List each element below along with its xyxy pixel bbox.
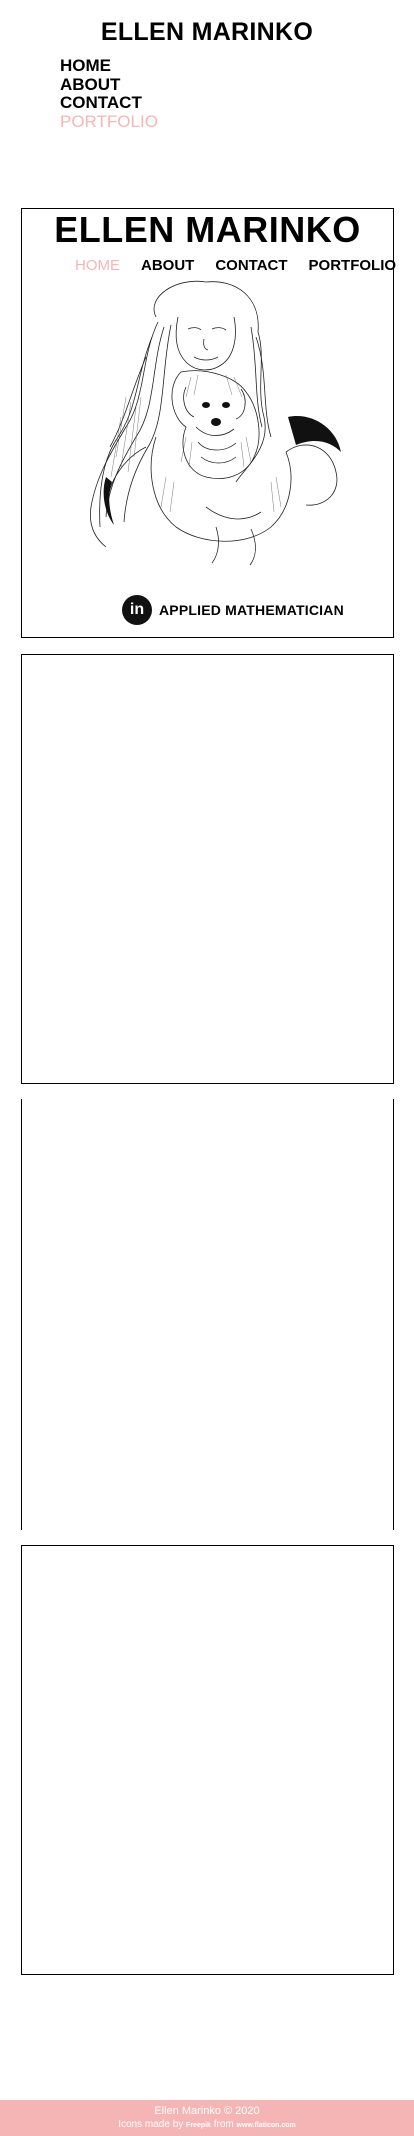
portfolio-frame-1 [21, 654, 394, 1084]
footer-copyright: Ellen Marinko © 2020 [154, 2105, 260, 2117]
footer-credit: Icons made by Freepik from www.flaticon.… [0, 2118, 414, 2133]
tagline-text: APPLIED MATHEMATICIAN [159, 602, 344, 618]
hero-title: ELLEN MARINKO [54, 209, 361, 250]
footer-credit-author[interactable]: Freepik [186, 2122, 211, 2129]
top-nav: HOME ABOUT CONTACT PORTFOLIO [60, 56, 158, 132]
hero-nav-about[interactable]: ABOUT [141, 257, 194, 274]
linkedin-icon[interactable]: in [122, 595, 152, 625]
hero-nav: HOME ABOUT CONTACT PORTFOLIO [75, 257, 396, 274]
portfolio-frame-2 [21, 1099, 394, 1530]
portrait-sketch [89, 280, 341, 566]
site-title: ELLEN MARINKO [100, 18, 314, 46]
hero-nav-home[interactable]: HOME [75, 257, 120, 274]
footer-credit-site[interactable]: www.flaticon.com [237, 2122, 296, 2129]
top-nav-contact[interactable]: CONTACT [60, 93, 158, 113]
hero-frame: ELLEN MARINKO HOME ABOUT CONTACT PORTFOL… [21, 208, 396, 638]
portfolio-frame-3 [21, 1545, 394, 1975]
footer: Ellen Marinko © 2020 Icons made by Freep… [0, 2100, 414, 2136]
hero-nav-portfolio[interactable]: PORTFOLIO [309, 257, 397, 274]
hero-nav-contact[interactable]: CONTACT [215, 257, 287, 274]
tagline: in APPLIED MATHEMATICIAN [122, 595, 344, 625]
top-nav-portfolio[interactable]: PORTFOLIO [60, 112, 158, 132]
top-nav-home[interactable]: HOME [60, 56, 158, 76]
footer-credit-prefix: Icons made by [118, 2119, 184, 2130]
top-nav-about[interactable]: ABOUT [60, 75, 158, 95]
footer-credit-mid: from [213, 2119, 234, 2130]
